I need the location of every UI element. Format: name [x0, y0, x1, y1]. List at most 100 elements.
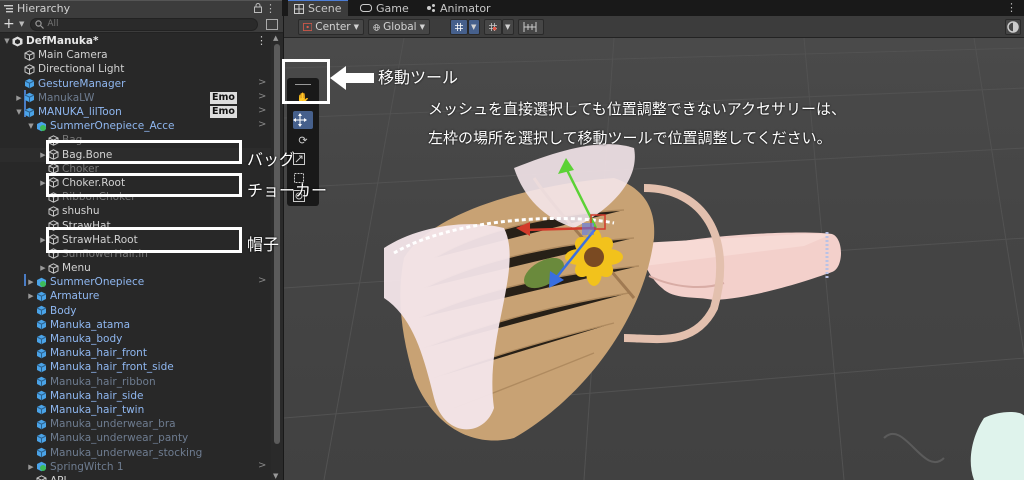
tree-row[interactable]: ▼ SummerOnepiece_Acce > — [0, 119, 271, 133]
tree-row[interactable]: Manuka_underwear_panty — [0, 431, 271, 445]
snap-dropdown[interactable]: ▼ — [502, 19, 514, 35]
panel-menu-icon[interactable]: ⋮ — [265, 2, 276, 15]
scroll-up-icon[interactable]: ▲ — [273, 34, 278, 42]
tree-row[interactable]: ▶ ManukaLW Emo > — [0, 91, 271, 105]
animator-icon — [427, 4, 435, 12]
tree-row[interactable]: API — [0, 474, 271, 480]
instruction-line-1: メッシュを直接選択しても位置調整できないアクセサリーは、 — [428, 100, 847, 118]
expand-down-icon[interactable]: ▼ — [26, 122, 36, 130]
add-dropdown-icon[interactable]: ▼ — [19, 20, 24, 28]
tree-row[interactable]: ▶ Menu — [0, 261, 271, 275]
prefab-icon — [36, 334, 47, 345]
open-prefab-icon[interactable]: > — [258, 119, 266, 130]
align-button[interactable] — [518, 19, 544, 35]
tree-row[interactable]: Main Camera — [0, 48, 271, 62]
tree-row[interactable]: Manuka_hair_twin — [0, 403, 271, 417]
tree-row-label: SpringWitch 1 — [50, 460, 124, 473]
prefab-icon — [36, 404, 47, 415]
space-dropdown[interactable]: Global ▼ — [368, 19, 430, 35]
expand-right-icon[interactable]: ▶ — [26, 463, 36, 471]
bag-bone-highlight — [46, 140, 242, 164]
lock-icon[interactable] — [254, 3, 262, 13]
tree-row-label: Manuka_hair_side — [50, 389, 144, 402]
scale-tool[interactable] — [293, 150, 313, 168]
tree-row[interactable]: Manuka_underwear_stocking — [0, 445, 271, 459]
tab-animator[interactable]: Animator — [420, 0, 497, 16]
tree-row[interactable]: Manuka_underwear_bra — [0, 417, 271, 431]
expand-right-icon[interactable]: ▶ — [26, 278, 36, 286]
hat-annotation: 帽子 — [247, 235, 280, 254]
instruction-line-2: 左枠の場所を選択して移動ツールで位置調整してください。 — [428, 129, 832, 147]
pivot-label: Center — [315, 21, 351, 33]
panel-menu-icon[interactable]: ⋮ — [1006, 1, 1017, 14]
search-field[interactable] — [30, 17, 259, 31]
search-input[interactable] — [47, 19, 248, 29]
tree-row-label: Manuka_atama — [50, 318, 131, 331]
prefab-icon — [36, 362, 47, 373]
search-icon — [35, 19, 45, 29]
pivot-icon — [303, 23, 313, 31]
tree-row[interactable]: shushu — [0, 204, 271, 218]
tree-row-label: Manuka_underwear_stocking — [50, 446, 203, 459]
tree-row[interactable]: Directional Light — [0, 62, 271, 76]
hierarchy-toolbar: + ▼ — [0, 16, 283, 33]
tree-row[interactable]: Manuka_hair_ribbon — [0, 375, 271, 389]
tree-row-label: Manuka_hair_front_side — [50, 361, 174, 374]
tree-row-label: Main Camera — [38, 49, 108, 62]
tree-row[interactable]: Manuka_body — [0, 332, 271, 346]
chevron-down-icon: ▼ — [419, 23, 425, 31]
rotate-tool[interactable]: ⟳ — [293, 132, 313, 150]
open-prefab-icon[interactable]: > — [258, 275, 266, 286]
chevron-down-icon: ▼ — [505, 23, 511, 31]
tab-scene[interactable]: Scene — [288, 0, 348, 16]
open-prefab-icon[interactable]: > — [258, 105, 266, 116]
scene-camera-button[interactable] — [1005, 19, 1021, 35]
pivot-dropdown[interactable]: Center ▼ — [298, 19, 364, 35]
open-prefab-icon[interactable]: > — [258, 460, 266, 471]
gamepad-icon — [360, 4, 372, 12]
expand-down-icon[interactable]: ▼ — [14, 108, 24, 116]
tree-row[interactable]: Body — [0, 304, 271, 318]
tree-row[interactable]: ▼ MANUKA_lilToon Emo > — [0, 105, 271, 119]
increment-snap-button[interactable] — [484, 19, 502, 35]
scene-toolbar: Center ▼ Global ▼ ▼ ▼ — [284, 16, 1024, 38]
tree-row[interactable]: ▶ SpringWitch 1 > — [0, 460, 271, 474]
tree-row-label: Armature — [50, 290, 100, 303]
tree-row-label: SummerOnepiece_Acce — [50, 120, 175, 133]
hierarchy-tab[interactable]: Hierarchy ⋮ — [0, 0, 282, 16]
align-icon — [523, 22, 537, 32]
cube-icon — [48, 262, 59, 274]
tree-row[interactable]: Manuka_hair_front — [0, 346, 271, 360]
grid-snap-button[interactable] — [450, 19, 468, 35]
space-label: Global — [383, 21, 417, 33]
prefab-icon — [36, 305, 47, 316]
tree-row[interactable]: Manuka_atama — [0, 318, 271, 332]
open-prefab-icon[interactable]: > — [258, 91, 266, 102]
tree-row[interactable]: ▶ Armature — [0, 289, 271, 303]
tree-row[interactable]: GestureManager > — [0, 77, 271, 91]
scene-menu-icon[interactable]: ⋮ — [256, 34, 267, 47]
tree-row-label: Manuka_underwear_bra — [50, 418, 176, 431]
add-button[interactable]: + — [3, 16, 19, 32]
expand-right-icon[interactable]: ▶ — [38, 264, 48, 272]
tree-row[interactable]: Manuka_hair_side — [0, 389, 271, 403]
tab-game[interactable]: Game — [354, 0, 415, 16]
snap-icon — [489, 23, 497, 31]
scroll-down-icon[interactable]: ▼ — [273, 472, 278, 480]
scene-visibility-icon[interactable] — [266, 18, 279, 30]
tree-row[interactable]: ▶ SummerOnepiece > — [0, 275, 271, 289]
cube-icon — [48, 206, 59, 217]
tree-row[interactable]: ▼ DefManuka* ⋮ — [0, 34, 271, 48]
grid-icon — [294, 3, 304, 14]
expand-down-icon[interactable]: ▼ — [2, 37, 12, 45]
grid-dropdown[interactable]: ▼ — [468, 19, 480, 35]
cube-icon — [24, 64, 35, 75]
cube-icon — [36, 475, 47, 480]
move-tool[interactable] — [293, 111, 313, 129]
tree-row[interactable]: Manuka_hair_front_side — [0, 360, 271, 374]
expand-right-icon[interactable]: ▶ — [14, 94, 24, 102]
scene-tabbar: Scene Game Animator ⋮ — [284, 0, 1024, 16]
open-prefab-icon[interactable]: > — [258, 77, 266, 88]
chevron-down-icon: ▼ — [353, 23, 359, 31]
expand-right-icon[interactable]: ▶ — [26, 292, 36, 300]
